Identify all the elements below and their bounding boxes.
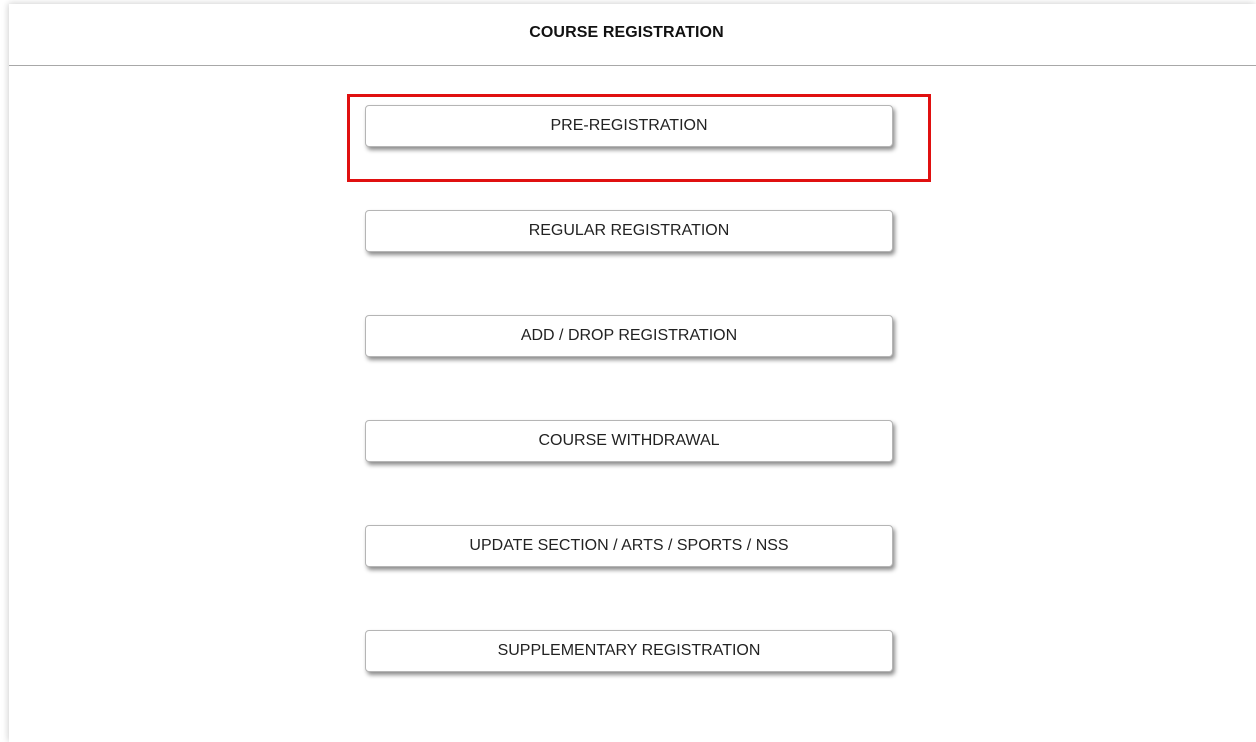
regular-registration-button[interactable]: REGULAR REGISTRATION <box>365 210 893 252</box>
add-drop-registration-button[interactable]: ADD / DROP REGISTRATION <box>365 315 893 357</box>
update-section-arts-sports-nss-button[interactable]: UPDATE SECTION / ARTS / SPORTS / NSS <box>365 525 893 567</box>
registration-options-list: PRE-REGISTRATION REGULAR REGISTRATION AD… <box>365 105 895 735</box>
course-withdrawal-button[interactable]: COURSE WITHDRAWAL <box>365 420 893 462</box>
supplementary-registration-button[interactable]: SUPPLEMENTARY REGISTRATION <box>365 630 893 672</box>
page-title: COURSE REGISTRATION <box>529 23 724 41</box>
panel-header: COURSE REGISTRATION <box>9 4 1256 66</box>
pre-registration-button[interactable]: PRE-REGISTRATION <box>365 105 893 147</box>
